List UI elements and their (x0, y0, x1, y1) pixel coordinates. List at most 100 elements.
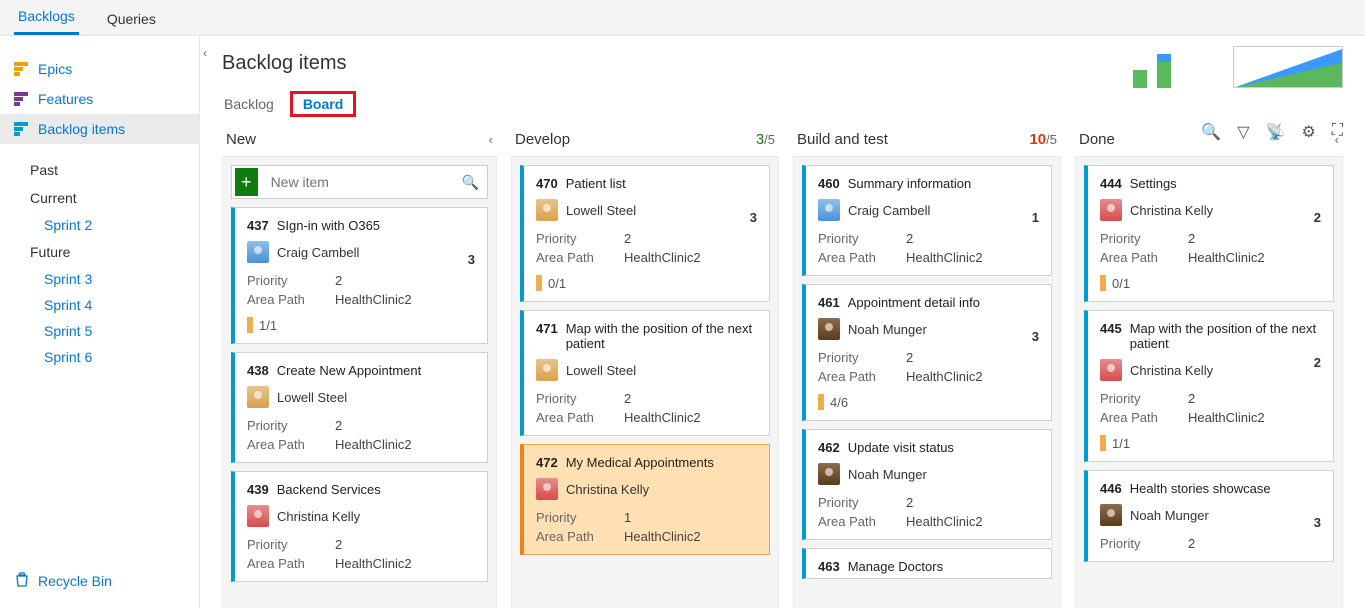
tree-sprint-3[interactable]: Sprint 3 (0, 266, 199, 292)
tree-future[interactable]: Future (0, 238, 199, 266)
assignee: Christina Kelly (1130, 363, 1213, 378)
card-438[interactable]: 438Create New Appointment Lowell Steel P… (231, 352, 488, 463)
card-title: Create New Appointment (277, 363, 422, 378)
progress-text: 1/1 (1112, 436, 1130, 451)
column-new-title: New (226, 131, 256, 148)
column-develop-title: Develop (515, 131, 570, 148)
card-461[interactable]: 461Appointment detail info Noah Munger 3… (802, 284, 1052, 421)
assignee: Noah Munger (848, 467, 927, 482)
progress-text: 0/1 (1112, 276, 1130, 291)
card-470[interactable]: 470Patient list Lowell Steel 3 Priority2… (520, 165, 770, 302)
new-item-input[interactable] (267, 170, 456, 194)
tree-past[interactable]: Past (0, 156, 199, 184)
child-count: 3 (468, 252, 475, 267)
avatar (247, 241, 269, 263)
build-wip-max: /5 (1046, 132, 1057, 147)
card-id: 438 (247, 363, 269, 378)
avatar (1100, 199, 1122, 221)
column-build-test: Build and test 10/5 460Summary informati… (793, 127, 1061, 608)
nav-backlog-items[interactable]: Backlog items (0, 114, 199, 144)
progress-text: 4/6 (830, 395, 848, 410)
child-count: 3 (1032, 329, 1039, 344)
develop-wip-current: 3 (756, 131, 764, 148)
column-new-collapse-icon[interactable]: ‹ (489, 132, 493, 147)
tree-sprint-5[interactable]: Sprint 5 (0, 318, 199, 344)
tree-sprint-2[interactable]: Sprint 2 (0, 212, 199, 238)
card-id: 463 (818, 559, 840, 574)
tree-sprint-6[interactable]: Sprint 6 (0, 344, 199, 370)
cfd-chart[interactable] (1233, 46, 1343, 88)
priority-label: Priority (247, 537, 335, 552)
child-count: 1 (1032, 210, 1039, 225)
column-done: Done ‹ 444Settings Christina Kelly 2 Pri… (1075, 127, 1343, 608)
card-462[interactable]: 462Update visit status Noah Munger Prior… (802, 429, 1052, 540)
card-460[interactable]: 460Summary information Craig Cambell 1 P… (802, 165, 1052, 276)
subtab-backlog[interactable]: Backlog (222, 94, 276, 114)
areapath-label: Area Path (247, 437, 335, 452)
card-437[interactable]: 437SIgn-in with O365 Craig Cambell 3 Pri… (231, 207, 488, 344)
filter-icon[interactable]: ▽ (1237, 122, 1249, 142)
card-445[interactable]: 445 Map with the position of the next pat… (1084, 310, 1334, 462)
card-title: Manage Doctors (848, 559, 943, 574)
features-icon (14, 92, 28, 106)
assignee: Lowell Steel (566, 363, 636, 378)
column-build-title: Build and test (797, 131, 888, 148)
card-id: 439 (247, 482, 269, 497)
card-446[interactable]: 446Health stories showcase Noah Munger 3… (1084, 470, 1334, 562)
areapath-label: Area Path (247, 292, 335, 307)
card-463[interactable]: 463 Manage Doctors (802, 548, 1052, 579)
avatar (818, 318, 840, 340)
search-item-icon[interactable]: 🔍 (462, 174, 479, 191)
priority-value: 2 (335, 418, 475, 433)
settings-icon[interactable]: ⚙ (1301, 122, 1315, 142)
avatar (1100, 359, 1122, 381)
card-title: Summary information (848, 176, 972, 191)
card-id: 444 (1100, 176, 1122, 191)
card-444[interactable]: 444Settings Christina Kelly 2 Priority2 … (1084, 165, 1334, 302)
fullscreen-icon[interactable]: ⛶ (1332, 122, 1343, 142)
top-tabs: Backlogs Queries (0, 0, 1365, 36)
assignee: Noah Munger (1130, 508, 1209, 523)
card-title: Map with the position of the next patien… (1130, 321, 1321, 351)
card-title: Update visit status (848, 440, 954, 455)
card-472[interactable]: 472My Medical Appointments Christina Kel… (520, 444, 770, 555)
avatar (536, 478, 558, 500)
sidebar: ‹ Epics Features Backlog items Past Curr… (0, 36, 200, 608)
search-icon[interactable]: 🔍 (1201, 122, 1221, 142)
card-title: Appointment detail info (848, 295, 980, 310)
assignee: Noah Munger (848, 322, 927, 337)
assignee: Craig Cambell (277, 245, 359, 260)
live-updates-icon[interactable]: 📡 (1266, 122, 1286, 142)
progress-chip (1100, 275, 1106, 291)
card-title: Patient list (566, 176, 626, 191)
avatar (818, 199, 840, 221)
velocity-chart[interactable] (1133, 46, 1213, 88)
tree-current[interactable]: Current (0, 184, 199, 212)
assignee: Craig Cambell (848, 203, 930, 218)
view-tabs: Backlog Board (222, 91, 1343, 117)
card-id: 437 (247, 218, 269, 233)
new-item-row: + 🔍 (231, 165, 488, 199)
board-columns: New ‹ + 🔍 437SIgn-in with O365 Craig Cam… (222, 127, 1343, 608)
add-item-button[interactable]: + (235, 168, 258, 196)
priority-label: Priority (247, 273, 335, 288)
tab-queries[interactable]: Queries (103, 3, 160, 35)
mini-charts[interactable] (1133, 46, 1343, 88)
avatar (818, 463, 840, 485)
progress-chip (536, 275, 542, 291)
card-471[interactable]: 471Map with the position of the next pat… (520, 310, 770, 436)
card-id: 472 (536, 455, 558, 470)
nav-epics[interactable]: Epics (0, 54, 199, 84)
tab-backlogs[interactable]: Backlogs (14, 0, 79, 35)
recycle-bin[interactable]: Recycle Bin (0, 563, 199, 598)
nav-features[interactable]: Features (0, 84, 199, 114)
epics-icon (14, 62, 28, 76)
tree-sprint-4[interactable]: Sprint 4 (0, 292, 199, 318)
recycle-label: Recycle Bin (38, 573, 112, 589)
card-439[interactable]: 439Backend Services Christina Kelly Prio… (231, 471, 488, 582)
card-id: 445 (1100, 321, 1122, 351)
priority-label: Priority (247, 418, 335, 433)
progress-text: 1/1 (259, 318, 277, 333)
subtab-board[interactable]: Board (290, 91, 356, 117)
areapath-value: HealthClinic2 (335, 556, 475, 571)
